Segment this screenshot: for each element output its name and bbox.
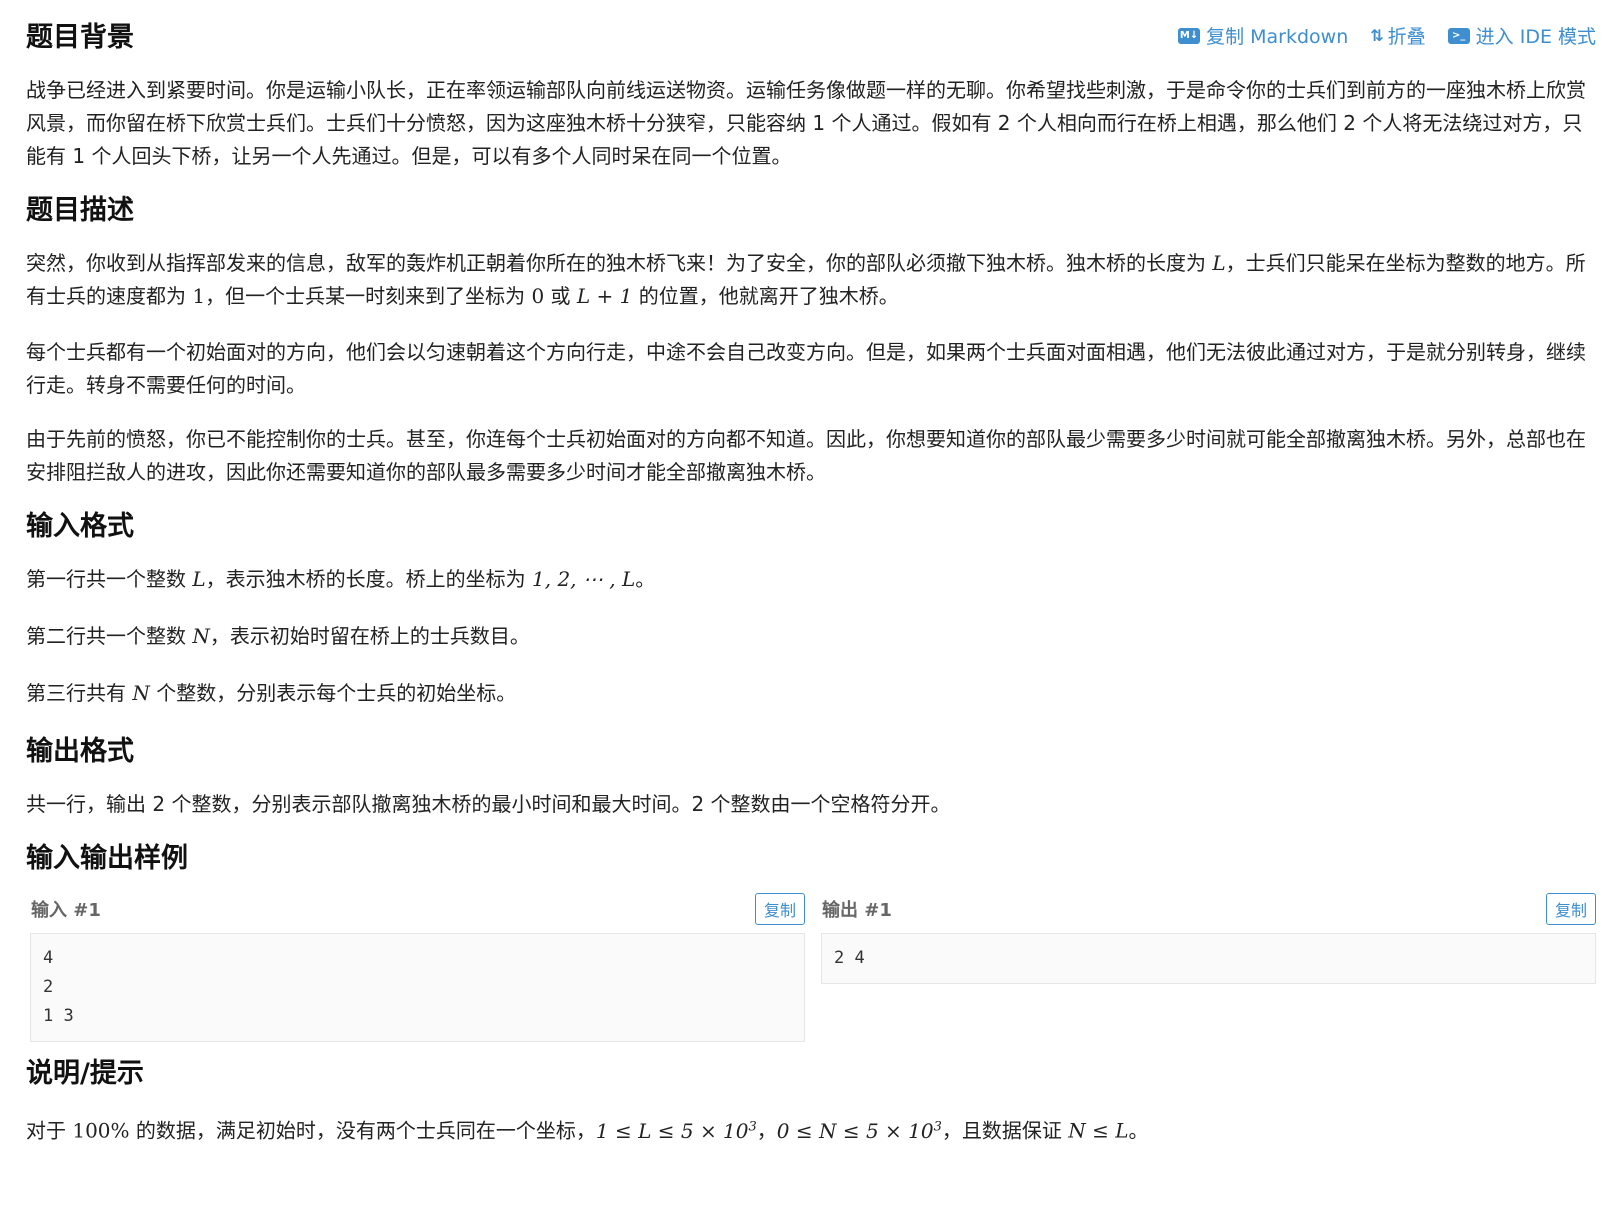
fold-button[interactable]: ⇅ 折叠	[1370, 22, 1425, 49]
text-span: ，表示独木桥的长度。桥上的坐标为	[205, 567, 532, 591]
math-N-le-L: N ≤ L	[1068, 1118, 1129, 1143]
math-range-N-text: 0 ≤ N ≤ 5 × 10	[776, 1118, 934, 1143]
input-line-2: 第二行共一个整数 N，表示初始时留在桥上的士兵数目。	[26, 620, 1596, 653]
enter-ide-label: 进入 IDE 模式	[1475, 26, 1596, 48]
text-span: ，但一个士兵某一时刻来到了坐标为	[205, 284, 532, 308]
section-title-output: 输出格式	[26, 736, 134, 767]
text-span: 。	[1128, 1118, 1149, 1143]
math-range-L-text: 1 ≤ L ≤ 5 × 10	[595, 1118, 749, 1143]
description-paragraph-3: 由于先前的愤怒，你已不能控制你的士兵。甚至，你连每个士兵初始面对的方向都不知道。…	[26, 427, 1586, 484]
copy-input-button[interactable]: 复制	[754, 893, 805, 925]
section-title-input: 输入格式	[26, 511, 134, 542]
sample-output: 输出 #1 复制 2 4	[817, 889, 1596, 1042]
description-paragraph-2: 每个士兵都有一个初始面对的方向，他们会以匀速朝着这个方向行走，中途不会自己改变方…	[26, 340, 1586, 397]
sample-input-title: 输入 #1	[31, 900, 101, 921]
math-L: L	[1212, 251, 1226, 275]
math-L: L	[192, 567, 206, 591]
enter-ide-button[interactable]: >_ 进入 IDE 模式	[1447, 22, 1596, 49]
text-span: 对于	[26, 1118, 73, 1143]
math-coords: 1, 2, ⋯ , L	[532, 567, 636, 591]
math-range-L: 1 ≤ L ≤ 5 × 103	[596, 1119, 757, 1143]
text-span: 。	[635, 567, 656, 591]
text-span: 的位置，他就离开了独木桥。	[632, 284, 899, 308]
output-text: 共一行，输出 2 个整数，分别表示部队撤离独木桥的最小时间和最大时间。2 个整数…	[26, 792, 951, 816]
problem-page: M↓ 复制 Markdown ⇅ 折叠 >_ 进入 IDE 模式 题目背景 战争…	[26, 14, 1596, 1148]
toolbar: M↓ 复制 Markdown ⇅ 折叠 >_ 进入 IDE 模式	[1178, 22, 1596, 49]
section-title-samples: 输入输出样例	[26, 843, 188, 874]
text-span: 第三行共有	[26, 681, 133, 705]
sample-input: 输入 #1 复制 4 2 1 3	[26, 889, 805, 1042]
sample-output-title: 输出 #1	[822, 900, 892, 921]
text-span: ，	[756, 1118, 777, 1143]
copy-markdown-button[interactable]: M↓ 复制 Markdown	[1178, 22, 1348, 49]
math-N: N	[132, 681, 150, 705]
text-span: ，且数据保证	[941, 1118, 1069, 1143]
description-paragraph-1: 突然，你收到从指挥部发来的信息，敌军的轰炸机正朝着你所在的独木桥飞来！为了安全，…	[26, 247, 1596, 313]
sample-input-code[interactable]: 4 2 1 3	[30, 933, 805, 1042]
text-span: 个整数，分别表示每个士兵的初始坐标。	[149, 681, 517, 705]
fold-label: 折叠	[1387, 26, 1426, 48]
math-L-plus-1: L + 1	[576, 284, 633, 308]
section-title-description: 题目描述	[26, 195, 134, 226]
text-span: 突然，你收到从指挥部发来的信息，敌军的轰炸机正朝着你所在的独木桥飞来！为了安全，…	[26, 251, 1213, 275]
sample-output-code[interactable]: 2 4	[821, 933, 1596, 984]
hint-text: 对于 100% 的数据，满足初始时，没有两个士兵同在一个坐标，1 ≤ L ≤ 5…	[26, 1110, 1596, 1148]
sample-input-header: 输入 #1 复制	[26, 889, 805, 929]
input-line-1: 第一行共一个整数 L，表示独木桥的长度。桥上的坐标为 1, 2, ⋯ , L。	[26, 563, 1596, 596]
text-span: ，表示初始时留在桥上的士兵数目。	[209, 624, 530, 648]
samples: 输入 #1 复制 4 2 1 3 输出 #1 复制 2 4	[26, 889, 1596, 1042]
background-text: 战争已经进入到紧要时间。你是运输小队长，正在率领运输部队向前线运送物资。运输任务…	[26, 78, 1586, 168]
copy-output-button[interactable]: 复制	[1545, 893, 1596, 925]
sample-output-header: 输出 #1 复制	[817, 889, 1596, 929]
math-N: N	[192, 624, 210, 648]
math-zero: 0	[531, 284, 545, 308]
collapse-icon: ⇅	[1370, 26, 1383, 45]
math-percent: 100%	[72, 1118, 130, 1143]
math-range-N: 0 ≤ N ≤ 5 × 103	[777, 1119, 942, 1143]
text-span: 第二行共一个整数	[26, 624, 193, 648]
text-span: 或	[544, 284, 577, 308]
text-span: 的数据，满足初始时，没有两个士兵同在一个坐标，	[129, 1118, 596, 1143]
terminal-icon: >_	[1447, 27, 1470, 44]
math-one: 1	[192, 284, 206, 308]
math-exponent: 3	[933, 1119, 942, 1134]
markdown-icon: M↓	[1178, 27, 1201, 44]
copy-markdown-label: 复制 Markdown	[1206, 26, 1349, 48]
math-exponent: 3	[748, 1119, 757, 1134]
input-line-3: 第三行共有 N 个整数，分别表示每个士兵的初始坐标。	[26, 677, 1596, 710]
text-span: 第一行共一个整数	[26, 567, 193, 591]
section-title-hint: 说明/提示	[26, 1058, 144, 1089]
